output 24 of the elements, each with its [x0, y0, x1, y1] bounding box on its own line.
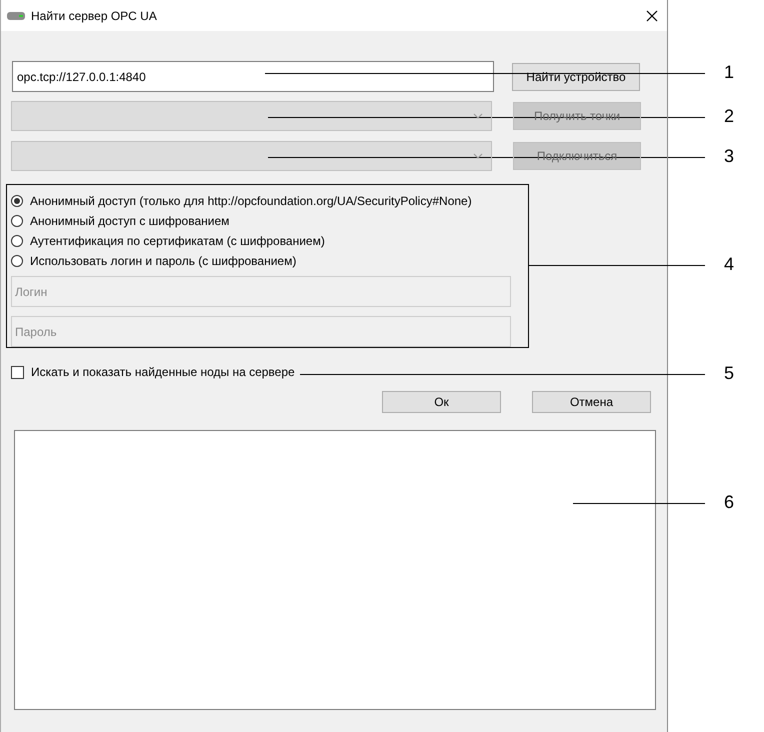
- radio-label[interactable]: Анонимный доступ (только для http://opcfoundation.org/UA/SecurityPolicy#None): [30, 194, 472, 208]
- callout-number: 5: [722, 363, 735, 383]
- callout-number: 4: [722, 254, 735, 274]
- checkbox[interactable]: [11, 366, 24, 378]
- radio-button[interactable]: [11, 235, 23, 247]
- callout-number: 1: [722, 62, 735, 82]
- app-icon: [7, 12, 25, 20]
- checkbox-label[interactable]: Искать и показать найденные ноды на сервере: [31, 365, 295, 379]
- radio-button[interactable]: [11, 215, 23, 227]
- callout-number: 2: [722, 106, 735, 126]
- radio-button[interactable]: [11, 255, 23, 267]
- close-button[interactable]: [645, 8, 659, 22]
- cancel-button[interactable]: Отмена: [532, 391, 651, 413]
- callout-number: 6: [722, 492, 735, 512]
- radio-label[interactable]: Аутентификация по сертификатам (с шифрованием): [30, 234, 325, 248]
- radio-label[interactable]: Анонимный доступ с шифрованием: [30, 214, 230, 228]
- ok-button[interactable]: Ок: [382, 391, 501, 413]
- callout-number: 3: [722, 146, 735, 166]
- chevron-icon: [473, 153, 483, 159]
- window-title: Найти сервер OPC UA: [31, 8, 157, 22]
- server-url-field[interactable]: opc.tcp://127.0.0.1:4840: [12, 61, 494, 92]
- radio-label[interactable]: Использовать логин и пароль (с шифрованием): [30, 254, 296, 268]
- radio-button[interactable]: [11, 195, 23, 207]
- chevron-icon: [473, 113, 483, 119]
